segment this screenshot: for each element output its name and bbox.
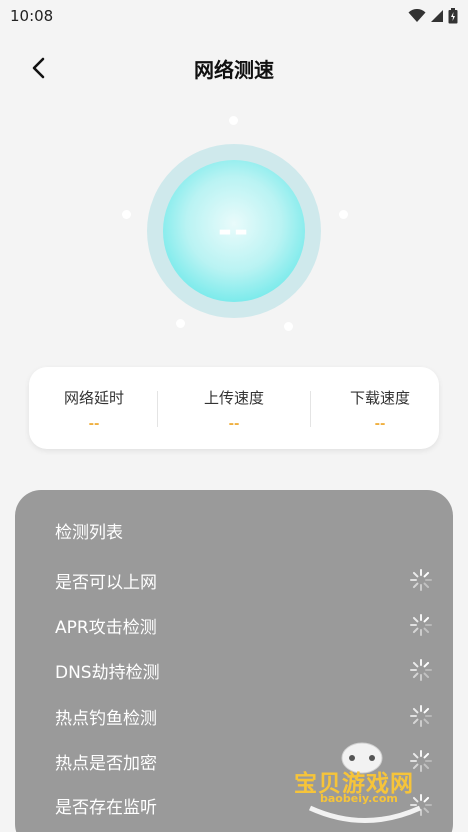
gauge-start-button[interactable]: --: [163, 160, 305, 302]
speed-gauge: --: [113, 110, 353, 350]
metric-label: 下载速度: [349, 389, 410, 407]
loading-spinner-icon: [410, 705, 432, 727]
status-bar: 10:08: [0, 0, 468, 32]
metric-divider: [157, 391, 158, 427]
item-label: 是否可以上网: [55, 572, 157, 593]
metric-download: 下载速度 --: [315, 367, 445, 449]
gauge-dot: [284, 322, 293, 331]
item-label: DNS劫持检测: [55, 662, 160, 683]
metric-label: 上传速度: [203, 389, 264, 407]
item-label: 热点是否加密: [55, 753, 157, 774]
cell-signal-icon: [431, 10, 443, 22]
list-item: 是否可以上网: [55, 563, 433, 597]
header: 网络测速: [0, 46, 468, 90]
metric-divider: [310, 391, 311, 427]
status-time: 10:08: [10, 7, 54, 25]
metrics-card: 网络延时 -- 上传速度 -- 下载速度 --: [29, 367, 439, 449]
watermark-url: baobeiy.com: [320, 792, 398, 805]
checklist-title: 检测列表: [55, 523, 123, 543]
gauge-dot: [122, 210, 131, 219]
item-label: APR攻击检测: [55, 617, 157, 638]
watermark-logo: 宝贝游戏网 baobeiy.com: [290, 738, 440, 828]
list-item: 热点钓鱼检测: [55, 699, 433, 733]
speed-test-screen: 10:08 网络测速 -- 网络延时 -- 上传速度 -- 下载速度 -- 检测…: [0, 0, 468, 832]
gauge-dot: [339, 210, 348, 219]
metric-label: 网络延时: [63, 389, 124, 407]
metric-latency: 网络延时 --: [29, 367, 159, 449]
metric-value: --: [228, 417, 240, 432]
battery-icon: [448, 8, 458, 24]
gauge-dot: [229, 116, 238, 125]
metric-upload: 上传速度 --: [169, 367, 299, 449]
loading-spinner-icon: [410, 659, 432, 681]
item-label: 是否存在监听: [55, 797, 157, 818]
list-item: APR攻击检测: [55, 608, 433, 642]
loading-spinner-icon: [410, 569, 432, 591]
gauge-value: --: [217, 211, 251, 251]
metric-value: --: [88, 417, 100, 432]
item-label: 热点钓鱼检测: [55, 708, 157, 729]
page-title: 网络测速: [194, 58, 274, 82]
gauge-dot: [176, 319, 185, 328]
wifi-icon: [408, 9, 426, 22]
list-item: DNS劫持检测: [55, 653, 433, 687]
loading-spinner-icon: [410, 614, 432, 636]
metric-value: --: [374, 417, 386, 432]
status-icons: [408, 8, 458, 24]
